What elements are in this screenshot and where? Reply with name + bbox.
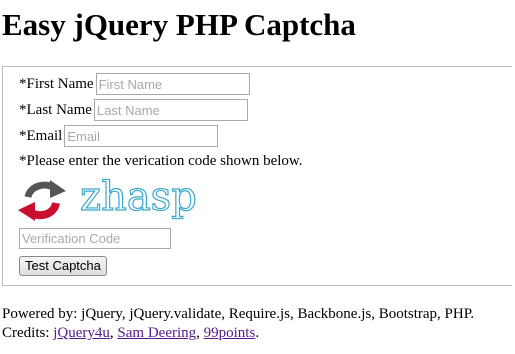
- last-name-label: *Last Name: [19, 102, 92, 118]
- page-title: Easy jQuery PHP Captcha: [2, 7, 356, 42]
- test-captcha-button[interactable]: Test Captcha: [19, 256, 107, 276]
- credits-separator: ,: [196, 325, 204, 341]
- email-label: *Email: [19, 128, 63, 144]
- first-name-label: *First Name: [19, 76, 94, 92]
- first-name-input[interactable]: [95, 73, 250, 95]
- last-name-input[interactable]: [93, 99, 248, 121]
- footer: Powered by: jQuery, jQuery.validate, Req…: [2, 305, 474, 343]
- captcha-text: zhasp: [79, 174, 197, 220]
- page: Easy jQuery PHP Captcha *First Name *Las…: [0, 0, 515, 354]
- verification-code-input[interactable]: [19, 228, 171, 249]
- captcha-form: *First Name *Last Name *Email *Please en…: [2, 66, 512, 286]
- email-row: *Email: [19, 125, 219, 147]
- refresh-icon[interactable]: [16, 177, 68, 223]
- email-input[interactable]: [64, 125, 219, 147]
- credits-prefix: Credits:: [2, 325, 54, 341]
- captcha-image: zhasp: [78, 173, 197, 223]
- credits-line: Credits: jQuery4u, Sam Deering, 99points…: [2, 324, 474, 343]
- credits-end: .: [255, 325, 260, 341]
- credit-link-sam-deering[interactable]: Sam Deering: [117, 325, 196, 341]
- credit-link-99points[interactable]: 99points: [204, 325, 256, 341]
- instruction-text: *Please enter the verication code shown …: [19, 153, 303, 169]
- credit-link-jquery4u[interactable]: jQuery4u: [53, 325, 110, 341]
- last-name-row: *Last Name: [19, 99, 248, 121]
- first-name-row: *First Name: [19, 73, 250, 95]
- powered-by-text: Powered by: jQuery, jQuery.validate, Req…: [2, 306, 475, 322]
